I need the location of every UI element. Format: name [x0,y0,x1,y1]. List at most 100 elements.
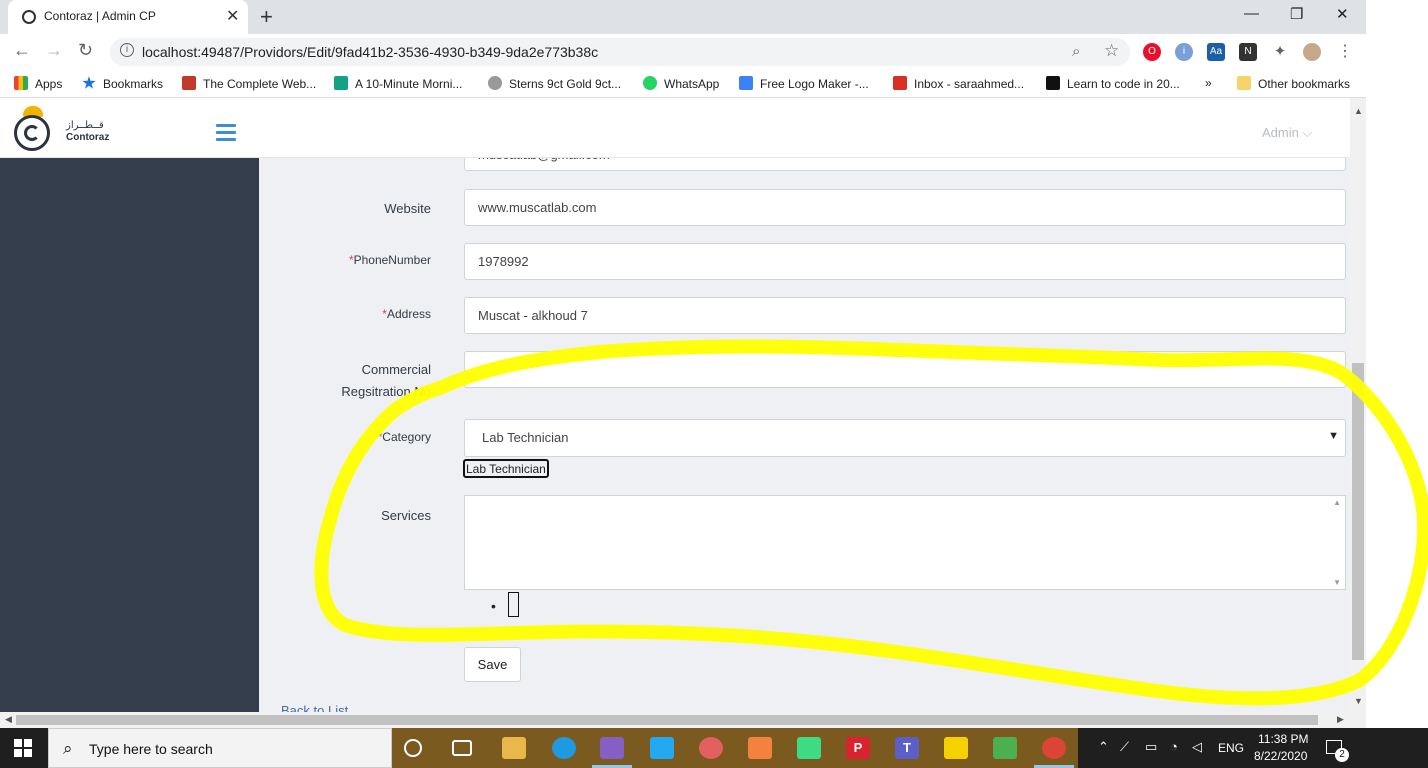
logo-inner [24,125,40,141]
back-arrow-icon[interactable]: ← [13,40,31,61]
list-bullet: • [491,598,496,614]
scroll-left-arrow-icon[interactable]: ◀ [5,714,12,725]
android-studio-icon[interactable] [797,737,821,759]
fitness-icon [334,76,348,90]
bookmark-star-icon[interactable]: ☆ [1104,41,1119,61]
commercial-label-line2: Regsitration No [341,384,431,399]
clock-time[interactable]: 11:38 PM [1258,732,1308,746]
website-field[interactable]: www.muscatlab.com [464,189,1346,226]
network-icon[interactable]: ⟋ [1120,739,1129,755]
app-header: قــطــراز Contoraz Admin ⌵ [0,98,1350,158]
medium-icon [1046,76,1060,90]
bookmark-gmail[interactable]: Inbox - saraahmed... [893,76,1024,91]
teams-icon[interactable]: T [895,737,919,759]
forward-arrow-icon[interactable]: → [45,40,63,61]
bookmark-medium[interactable]: Learn to code in 20... [1046,76,1180,91]
category-label: *Category [377,430,431,444]
scroll-up-icon[interactable]: ▲ [1333,498,1341,507]
address-field[interactable]: Muscat - alkhoud 7 [464,297,1346,334]
battery-icon[interactable]: ▭ [1145,739,1157,755]
vscode-icon[interactable] [650,737,674,759]
windows-taskbar: ⌕ Type here to search P T ⌃ ⟋ ▭ ◔ ◁ ENG … [0,728,1428,768]
bookmark-morning[interactable]: A 10-Minute Morni... [334,76,462,91]
maximize-button[interactable]: ❐ [1290,5,1303,23]
commercial-label-line1: Commercial [361,362,431,377]
zoom-icon[interactable]: ⌕ [1072,43,1080,60]
services-textarea[interactable]: ▲ ▼ [464,495,1346,590]
phone-label: *PhoneNumber [348,253,431,267]
address-url[interactable]: localhost:49487/Providors/Edit/9fad41b2-… [142,44,598,60]
bookmark-sterns[interactable]: Sterns 9ct Gold 9ct... [488,76,621,91]
website-label: Website [384,201,431,216]
admin-user-menu[interactable]: Admin ⌵ [1262,125,1312,141]
clock-date[interactable]: 8/22/2020 [1254,749,1307,763]
tab-close-icon[interactable]: ✕ [226,6,239,26]
dictionary-extension-icon[interactable]: Aa [1207,43,1225,61]
bookmarks-overflow-button[interactable]: » [1205,76,1212,90]
chrome-icon[interactable] [1042,737,1066,759]
contoraz-logo [14,106,52,151]
browser-menu-icon[interactable]: ⋮ [1336,43,1354,61]
xampp-icon[interactable] [748,737,772,759]
site-info-icon[interactable]: i [120,43,134,57]
category-chip[interactable]: Lab Technician [463,459,549,478]
scroll-down-arrow-icon[interactable]: ▼ [1354,696,1363,706]
vertical-scroll-thumb[interactable] [1352,363,1364,660]
address-bar[interactable]: i localhost:49487/Providors/Edit/9fad41b… [110,38,1130,66]
services-list-item[interactable] [508,592,519,617]
bookmark-apps[interactable]: Apps [14,76,62,91]
taskbar-apps: P T [392,728,1078,768]
close-window-button[interactable]: ✕ [1336,5,1349,23]
other-bookmarks[interactable]: Other bookmarks [1237,76,1350,91]
save-button[interactable]: Save [464,647,521,682]
bookmark-whatsapp[interactable]: WhatsApp [643,76,719,91]
reload-icon[interactable]: ↻ [78,40,93,61]
news-extension-icon[interactable]: N [1239,43,1257,61]
edge-icon[interactable] [552,737,576,759]
app-icon[interactable] [993,737,1017,759]
commercial-registration-field[interactable] [464,351,1346,388]
new-tab-button[interactable]: + [260,4,273,30]
sterns-icon [488,76,502,90]
category-select[interactable]: Lab Technician ▼ [464,419,1346,457]
app-icon[interactable] [699,737,723,759]
whatsapp-icon [643,76,657,90]
extension-icon[interactable]: i [1175,43,1193,61]
visual-studio-icon[interactable] [600,737,624,759]
taskbar-search-box[interactable]: ⌕ Type here to search [48,728,392,768]
tray-overflow-icon[interactable]: ⌃ [1098,739,1109,755]
scroll-up-arrow-icon[interactable]: ▲ [1354,106,1363,116]
file-explorer-icon[interactable] [502,737,526,759]
opera-extension-icon[interactable]: O [1143,43,1161,61]
address-label: *Address [382,307,431,321]
phone-field[interactable]: 1978992 [464,243,1346,280]
horizontal-scroll-thumb[interactable] [16,715,1318,725]
puzzle-extensions-icon[interactable]: ✦ [1271,43,1289,61]
windows-start-icon[interactable] [14,739,32,757]
language-indicator[interactable]: ENG [1218,741,1244,755]
hamburger-menu-icon[interactable] [216,124,236,141]
minimize-button[interactable]: — [1244,5,1259,22]
scroll-right-arrow-icon[interactable]: ▶ [1337,714,1344,725]
wifi-icon[interactable]: ◔ [1170,739,1178,754]
contoraz-favicon-icon [22,10,36,24]
task-view-icon[interactable] [452,740,472,756]
brand-name: Contoraz [66,132,110,143]
bookmark-logo-maker[interactable]: Free Logo Maker -... [739,76,869,91]
browser-tab[interactable]: Contoraz | Admin CP ✕ [8,0,248,34]
sticky-notes-icon[interactable] [944,737,968,759]
browser-toolbar: ← → ↻ i localhost:49487/Providors/Edit/9… [0,34,1366,70]
sidebar [0,158,259,712]
back-to-list-link[interactable]: Back to List [281,703,348,712]
scroll-down-icon[interactable]: ▼ [1333,578,1341,587]
profile-avatar[interactable] [1303,43,1321,61]
volume-icon[interactable]: ◁ [1192,739,1202,755]
folder-icon [1237,76,1251,90]
bookmark-bookmarks[interactable]: Bookmarks [82,76,163,91]
star-icon [82,76,96,89]
bookmark-complete-web[interactable]: The Complete Web... [182,76,316,91]
logo-maker-icon [739,76,753,90]
browser-tab-strip: Contoraz | Admin CP ✕ + — ❐ ✕ [0,0,1366,34]
cortana-icon[interactable] [404,739,422,757]
postman-icon[interactable]: P [846,737,870,759]
